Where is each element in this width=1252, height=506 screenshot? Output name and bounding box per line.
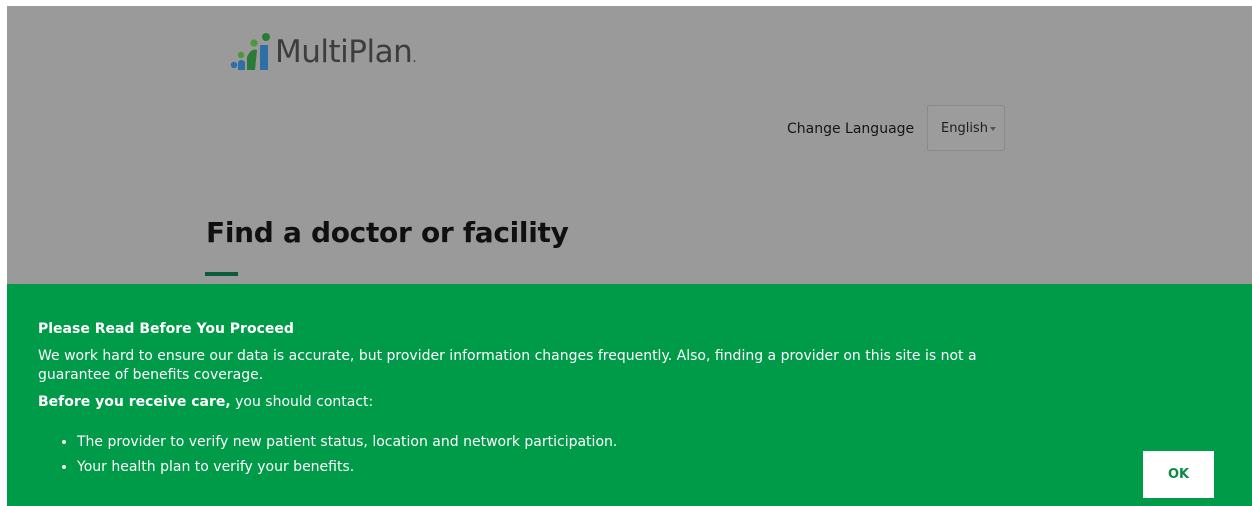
- multiplan-logo[interactable]: MultiPlan.: [229, 32, 417, 72]
- language-select-value: English: [941, 120, 988, 136]
- multiplan-logo-icon: [230, 33, 270, 70]
- notice-heading: Please Read Before You Proceed: [38, 321, 294, 337]
- page-overlay: MultiPlan. Change Language English Find …: [7, 6, 1252, 506]
- logo-wordmark: MultiPlan.: [275, 33, 417, 70]
- ok-button[interactable]: OK: [1143, 451, 1214, 498]
- notice-contact-rest: you should contact:: [230, 394, 374, 410]
- notice-body: We work hard to ensure our data is accur…: [38, 348, 977, 383]
- list-item: The provider to verify new patient statu…: [77, 430, 617, 455]
- language-select[interactable]: English: [927, 105, 1005, 151]
- list-item: Your health plan to verify your benefits…: [77, 455, 617, 480]
- title-underline: [205, 272, 238, 276]
- notice-contact-bold: Before you receive care,: [38, 394, 231, 410]
- notice-contact: Before you receive care, you should cont…: [38, 394, 373, 410]
- notice-list: The provider to verify new patient statu…: [38, 430, 617, 480]
- chevron-down-icon: [990, 127, 996, 131]
- page-title: Find a doctor or facility: [206, 216, 569, 249]
- notice-banner: Please Read Before You Proceed We work h…: [7, 284, 1252, 506]
- change-language-label: Change Language: [787, 121, 915, 137]
